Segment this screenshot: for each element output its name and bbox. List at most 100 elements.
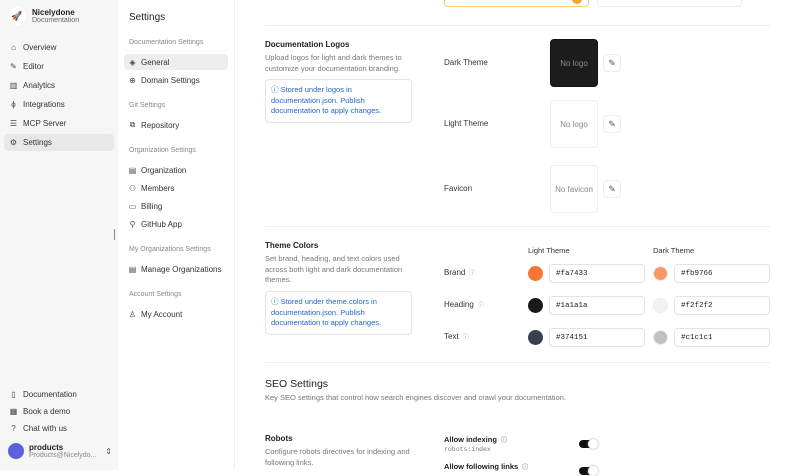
- allow-indexing-toggle[interactable]: [579, 439, 598, 449]
- app-name: Nicelydone: [32, 8, 75, 17]
- documentation-icon: ▯: [11, 390, 16, 399]
- light-text-input[interactable]: #374151: [549, 328, 645, 347]
- dark-brand-input[interactable]: #fb9766: [674, 264, 770, 283]
- settings-item-label: GitHub App: [141, 219, 182, 229]
- nav-item-settings[interactable]: ⚙ Settings: [4, 134, 114, 151]
- nav-item-analytics[interactable]: ▥ Analytics: [4, 77, 114, 94]
- light-heading-swatch[interactable]: [528, 298, 543, 313]
- logo-preview-light-theme[interactable]: No logo: [550, 100, 598, 148]
- settings-item-my-account[interactable]: ♙ My Account: [124, 306, 228, 322]
- dark-text-swatch[interactable]: [653, 330, 668, 345]
- footer-link-documentation[interactable]: ▯ Documentation: [4, 386, 114, 403]
- settings-item-github-app[interactable]: ⚲ GitHub App: [124, 216, 228, 232]
- edit-dark-theme-button[interactable]: ✎: [603, 54, 621, 72]
- domain-settings-icon: ⊕: [129, 75, 136, 85]
- settings-item-label: Organization: [141, 165, 187, 175]
- main-nav: ⌂ Overview ✎ Editor ▥ Analytics ϕ Integrations ☰…: [4, 39, 114, 153]
- logos-heading: Documentation Logos: [265, 40, 350, 49]
- color-label: Heading ⓘ: [444, 300, 484, 309]
- editor-icon: ✎: [10, 62, 17, 71]
- info-icon: ⓘ: [477, 303, 484, 309]
- nav-item-editor[interactable]: ✎ Editor: [4, 58, 114, 75]
- allow-following-toggle[interactable]: [579, 466, 598, 476]
- select-partial-2[interactable]: [597, 0, 742, 7]
- settings-group-title: Git Settings: [129, 102, 166, 109]
- repository-icon: ⧉: [129, 120, 136, 129]
- info-icon: ⓘ: [469, 271, 476, 277]
- settings-item-general[interactable]: ◈ General: [124, 54, 228, 70]
- footer-link-chat-with-us[interactable]: ? Chat with us: [4, 420, 114, 437]
- pencil-icon: ✎: [608, 183, 616, 194]
- general-icon: ◈: [129, 57, 136, 67]
- settings-group-title: My Organizations Settings: [129, 246, 211, 253]
- robots-desc: Configure robots directives for indexing…: [265, 447, 410, 467]
- nav-label: Editor: [23, 62, 44, 71]
- settings-item-label: Members: [141, 183, 175, 193]
- settings-item-organization[interactable]: ▤ Organization: [124, 162, 228, 178]
- main-sidebar: 🚀 Nicelydone Documentation ⌂ Overview ✎ Edit…: [0, 0, 118, 470]
- logos-note: ⓘ Stored under logos in documentation.js…: [265, 79, 412, 123]
- dark-brand-swatch[interactable]: [653, 266, 668, 281]
- logo-label: Light Theme: [444, 119, 489, 128]
- light-brand-swatch[interactable]: [528, 266, 543, 281]
- resize-handle[interactable]: [114, 229, 115, 240]
- select-partial[interactable]: [444, 0, 589, 7]
- app-subtitle: Documentation: [32, 17, 80, 24]
- my-account-icon: ♙: [128, 309, 137, 319]
- logo-placeholder: No logo: [560, 58, 588, 68]
- color-label: Text ⓘ: [444, 332, 469, 341]
- book-a-demo-icon: ▦: [9, 407, 18, 416]
- dark-text-input[interactable]: #c1c1c1: [674, 328, 770, 347]
- footer-label: Chat with us: [23, 424, 68, 433]
- settings-item-repository[interactable]: ⧉ Repository: [124, 117, 228, 133]
- analytics-icon: ▥: [9, 81, 18, 90]
- integrations-icon: ϕ: [11, 100, 16, 109]
- organization-icon: ▤: [128, 165, 137, 175]
- info-icon: ⓘ: [522, 465, 529, 471]
- dark-heading-swatch[interactable]: [653, 298, 668, 313]
- dark-heading-input[interactable]: #f2f2f2: [674, 296, 770, 315]
- nav-label: Overview: [23, 43, 57, 52]
- seo-heading: SEO Settings: [265, 378, 329, 390]
- footer-link-book-a-demo[interactable]: ▦ Book a demo: [4, 403, 114, 420]
- settings-item-label: Manage Organizations: [141, 264, 222, 274]
- chevron-updown-icon: ⇕: [105, 446, 112, 456]
- light-text-swatch[interactable]: [528, 330, 543, 345]
- workspace-header[interactable]: 🚀 Nicelydone Documentation: [8, 7, 79, 25]
- settings-item-domain-settings[interactable]: ⊕ Domain Settings: [124, 72, 228, 88]
- logos-desc: Upload logos for light and dark themes t…: [265, 53, 402, 73]
- avatar: [8, 443, 24, 459]
- logo-preview-favicon[interactable]: No favicon: [550, 165, 598, 213]
- nav-item-overview[interactable]: ⌂ Overview: [4, 39, 114, 56]
- logo-label: Dark Theme: [444, 58, 488, 67]
- settings-item-label: Repository: [141, 120, 180, 130]
- footer-label: Documentation: [23, 390, 77, 399]
- robots-heading: Robots: [265, 434, 293, 443]
- light-heading-input[interactable]: #1a1a1a: [549, 296, 645, 315]
- settings-item-members[interactable]: ⚇ Members: [124, 180, 228, 196]
- settings-item-manage-organizations[interactable]: ▤ Manage Organizations: [124, 261, 228, 277]
- footer-label: Book a demo: [23, 407, 71, 416]
- logo-preview-dark-theme[interactable]: No logo: [550, 39, 598, 87]
- logo-label: Favicon: [444, 184, 473, 193]
- settings-nav: Settings Documentation Settings ◈ General ⊕…: [118, 0, 235, 470]
- pencil-icon: ✎: [608, 118, 616, 129]
- light-brand-input[interactable]: #fa7433: [549, 264, 645, 283]
- manage-organizations-icon: ▤: [128, 264, 137, 274]
- settings-item-label: Domain Settings: [141, 75, 200, 85]
- nav-label: MCP Server: [23, 119, 67, 128]
- user-menu[interactable]: products Products@Nicelydo... ⇕: [8, 443, 112, 459]
- nav-label: Integrations: [23, 100, 65, 109]
- nav-item-mcp-server[interactable]: ☰ MCP Server: [4, 115, 114, 132]
- light-theme-header: Light Theme: [528, 246, 570, 255]
- divider: [265, 362, 770, 363]
- chat-with-us-icon: ?: [11, 424, 16, 433]
- nav-item-integrations[interactable]: ϕ Integrations: [4, 96, 114, 113]
- settings-item-billing[interactable]: ▭ Billing: [124, 198, 228, 214]
- edit-light-theme-button[interactable]: ✎: [603, 115, 621, 133]
- edit-favicon-button[interactable]: ✎: [603, 180, 621, 198]
- seo-desc: Key SEO settings that control how search…: [265, 393, 566, 402]
- settings-group-title: Account Settings: [129, 291, 182, 298]
- colors-desc: Set brand, heading, and text colors used…: [265, 254, 403, 284]
- members-icon: ⚇: [128, 183, 137, 193]
